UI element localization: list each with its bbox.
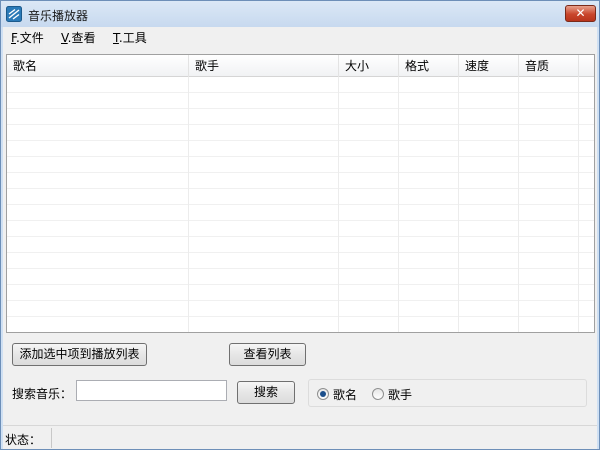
column-divider xyxy=(518,77,519,332)
menu-view[interactable]: V.查看 xyxy=(61,29,96,46)
column-divider xyxy=(188,77,189,332)
search-input[interactable] xyxy=(76,380,227,401)
radio-singer-label[interactable]: 歌手 xyxy=(388,386,412,403)
radio-song-name-label[interactable]: 歌名 xyxy=(333,386,357,403)
list-header: 歌名 歌手 大小 格式 速度 音质 xyxy=(7,55,594,77)
search-button[interactable]: 搜索 xyxy=(237,381,295,404)
menu-view-label: .查看 xyxy=(67,31,96,45)
search-mode-group: 歌名 歌手 xyxy=(308,379,587,407)
close-icon: ✕ xyxy=(575,6,586,20)
menu-tools[interactable]: T.工具 xyxy=(113,29,147,46)
song-list[interactable]: 歌名 歌手 大小 格式 速度 音质 xyxy=(6,54,595,333)
column-header-song[interactable]: 歌名 xyxy=(7,55,189,77)
status-label: 状态： xyxy=(5,433,42,447)
client-area: F.文件 V.查看 T.工具 歌名 歌手 大小 格式 速度 音质 添加选中项到播… xyxy=(3,27,597,449)
radio-singer[interactable] xyxy=(372,388,384,400)
status-divider xyxy=(51,428,52,448)
title-bar[interactable]: 音乐播放器 ✕ xyxy=(1,1,599,27)
column-header-quality[interactable]: 音质 xyxy=(519,55,579,77)
menu-file[interactable]: F.文件 xyxy=(11,29,44,46)
column-header-format[interactable]: 格式 xyxy=(399,55,459,77)
search-label: 搜索音乐： xyxy=(12,387,73,401)
list-body[interactable] xyxy=(7,77,594,332)
radio-song-name[interactable] xyxy=(317,388,329,400)
column-header-size[interactable]: 大小 xyxy=(339,55,399,77)
window-title: 音乐播放器 xyxy=(28,9,89,23)
column-divider xyxy=(578,77,579,332)
app-window: 音乐播放器 ✕ F.文件 V.查看 T.工具 歌名 歌手 大小 格式 速度 音质 xyxy=(0,0,600,450)
menu-tools-label: .工具 xyxy=(118,31,147,45)
column-header-singer[interactable]: 歌手 xyxy=(189,55,339,77)
menu-bar: F.文件 V.查看 T.工具 xyxy=(3,27,597,47)
menu-view-mnemonic: V xyxy=(61,31,68,45)
column-divider xyxy=(398,77,399,332)
close-button[interactable]: ✕ xyxy=(565,5,596,22)
menu-file-label: .文件 xyxy=(15,31,44,45)
column-divider xyxy=(338,77,339,332)
radio-selected-dot xyxy=(320,391,326,397)
column-divider xyxy=(458,77,459,332)
view-list-button[interactable]: 查看列表 xyxy=(229,343,306,366)
status-bar: 状态： xyxy=(3,425,597,449)
music-player-icon xyxy=(6,6,22,22)
column-header-speed[interactable]: 速度 xyxy=(459,55,519,77)
add-to-playlist-button[interactable]: 添加选中项到播放列表 xyxy=(12,343,147,366)
